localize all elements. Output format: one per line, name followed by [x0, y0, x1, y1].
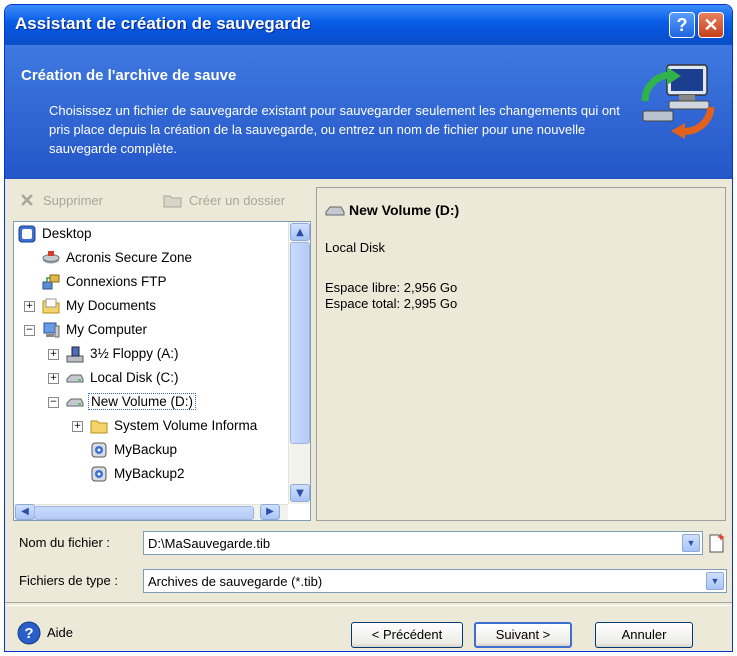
tree-item-label: MyBackup	[114, 442, 178, 457]
backup-file-icon	[91, 442, 107, 458]
chevron-down-icon[interactable]: ▼	[682, 534, 700, 552]
expand-toggle[interactable]: +	[24, 301, 35, 312]
secure-zone-icon	[42, 251, 60, 264]
folder-tree[interactable]: Desktop Acronis Secure Zone Connexions F…	[13, 221, 311, 521]
volume-type: Local Disk	[325, 240, 385, 255]
scroll-left-arrow-icon[interactable]: ◀	[15, 504, 35, 520]
wizard-window: Assistant de création de sauvegarde ? ✕ …	[4, 4, 733, 652]
help-title-button[interactable]: ?	[669, 12, 695, 38]
tree-item-label: My Documents	[66, 298, 157, 313]
create-folder-button[interactable]: Créer un dossier	[163, 193, 286, 208]
tree-item-label: Connexions FTP	[66, 274, 167, 289]
tree-item-label: Local Disk (C:)	[90, 370, 179, 385]
tree-item-label: MyBackup2	[114, 466, 185, 481]
collapse-toggle[interactable]: −	[48, 397, 59, 408]
expand-toggle[interactable]: +	[48, 373, 59, 384]
volume-info-panel: New Volume (D:) Local Disk Espace libre:…	[316, 187, 726, 521]
backup-computer-icon	[641, 64, 715, 139]
filetype-value: Archives de sauvegarde (*.tib)	[148, 574, 323, 589]
new-file-icon[interactable]	[707, 532, 727, 554]
delete-button[interactable]: Supprimer	[21, 193, 103, 208]
drive-icon	[66, 398, 84, 407]
tree-item-label: 3½ Floppy (A:)	[90, 346, 179, 361]
scroll-down-arrow-icon[interactable]: ▼	[290, 484, 310, 502]
filetype-label: Fichiers de type :	[19, 573, 118, 588]
ftp-icon	[42, 274, 60, 290]
help-label: Aide	[47, 625, 74, 640]
drive-icon	[66, 374, 84, 383]
tree-horizontal-scrollbar[interactable]: ◀ ▶	[14, 504, 288, 520]
tree-item-label: Desktop	[42, 226, 92, 241]
filename-value: D:\MaSauvegarde.tib	[148, 536, 271, 551]
filename-field[interactable]: D:\MaSauvegarde.tib ▼	[143, 531, 703, 555]
wizard-header: Création de l'archive de sauve Choisisse…	[5, 45, 732, 179]
folder-icon	[90, 420, 108, 434]
svg-text:?: ?	[24, 625, 33, 642]
delete-label: Supprimer	[43, 193, 103, 208]
filename-label: Nom du fichier :	[19, 535, 111, 550]
floppy-icon	[66, 346, 84, 363]
footer-divider	[5, 602, 732, 606]
tree-vertical-scrollbar[interactable]: ▲ ▼	[288, 222, 310, 504]
new-folder-icon	[163, 195, 182, 208]
expand-toggle[interactable]: +	[48, 349, 59, 360]
chevron-down-icon[interactable]: ▼	[706, 572, 724, 590]
collapse-toggle[interactable]: −	[24, 325, 35, 336]
tree-item-label: New Volume (D:)	[88, 393, 197, 410]
drive-icon	[325, 206, 345, 216]
folder-icon	[42, 298, 60, 314]
tree-toolbar: Supprimer Créer un dossier	[13, 185, 310, 217]
scroll-up-arrow-icon[interactable]: ▲	[290, 223, 310, 241]
close-button[interactable]: ✕	[698, 12, 724, 38]
free-space: Espace libre: 2,956 Go	[325, 280, 458, 295]
horizontal-scroll-thumb[interactable]	[34, 506, 254, 520]
window-title: Assistant de création de sauvegarde	[15, 14, 311, 33]
desktop-icon	[18, 225, 36, 243]
cancel-button[interactable]: Annuler	[595, 622, 693, 648]
tree-item-label: My Computer	[66, 322, 148, 337]
back-button[interactable]: < Précédent	[351, 622, 463, 648]
delete-icon	[21, 194, 33, 206]
volume-title: New Volume (D:)	[349, 202, 460, 218]
computer-icon	[43, 322, 60, 338]
total-space: Espace total: 2,995 Go	[325, 296, 458, 311]
step-title: Création de l'archive de sauve	[21, 67, 237, 84]
step-description: Choisissez un fichier de sauvegarde exis…	[49, 103, 620, 156]
backup-file-icon	[91, 466, 107, 482]
tree-item-label: Acronis Secure Zone	[66, 250, 193, 265]
next-button[interactable]: Suivant >	[474, 622, 572, 648]
filetype-select[interactable]: Archives de sauvegarde (*.tib) ▼	[143, 569, 727, 593]
tree-item-label: System Volume Informa	[114, 418, 258, 433]
expand-toggle[interactable]: +	[72, 421, 83, 432]
vertical-scroll-thumb[interactable]	[290, 242, 310, 444]
title-bar[interactable]: Assistant de création de sauvegarde ? ✕	[5, 5, 732, 45]
help-icon: ?	[17, 621, 41, 645]
create-folder-label: Créer un dossier	[189, 193, 286, 208]
scroll-right-arrow-icon[interactable]: ▶	[260, 504, 280, 520]
